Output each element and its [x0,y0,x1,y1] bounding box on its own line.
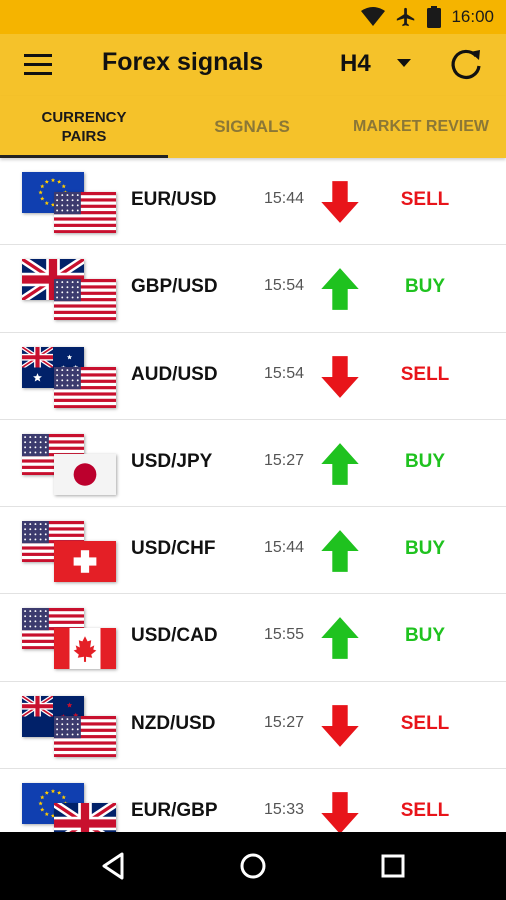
pair-name: USD/CHF [131,538,216,560]
signal-label: BUY [404,538,446,560]
timeframe-dropdown[interactable]: H4 [336,44,412,84]
list-item[interactable]: USD/CAD 15:55 BUY [0,594,506,682]
arrow-icon [321,617,359,660]
flag-icon [54,453,116,495]
status-icons: 16:00 [361,0,494,34]
pair-name: EUR/GBP [131,800,218,822]
flag-pair [22,695,118,758]
hamburger-menu-icon[interactable] [20,47,58,83]
list-item[interactable]: EUR/USD 15:44 SELL [0,158,506,246]
arrow-icon [321,442,359,485]
back-icon[interactable] [94,848,134,884]
signal-time: 15:54 [264,277,305,295]
currency-pair-list[interactable]: EUR/USD 15:44 SELL GBP/USD 15:54 BUY AUD… [0,158,506,832]
signal-time: 15:54 [264,364,305,382]
pair-name: USD/JPY [131,450,213,472]
timeframe-value: H4 [340,50,371,77]
pair-name: EUR/USD [131,189,217,210]
signal-label: BUY [404,276,446,298]
list-item[interactable]: NZD/USD 15:27 SELL [0,682,506,770]
tab-market-review[interactable]: MARKET REVIEW [336,96,506,158]
pair-name: AUD/USD [131,363,218,385]
arrow-icon [321,181,359,223]
recents-icon[interactable] [373,848,413,884]
flag-pair [22,346,118,409]
flag-pair [22,259,118,321]
arrow-icon [321,530,359,573]
signal-label: SELL [400,363,450,385]
signal-time: 15:27 [264,713,305,731]
status-time: 16:00 [451,7,494,26]
list-item[interactable]: USD/JPY 15:27 BUY [0,420,506,508]
wifi-icon [361,7,386,27]
arrow-icon [321,355,359,398]
signal-label: SELL [400,800,450,822]
arrow-icon [321,704,359,747]
signal-label: SELL [400,712,450,734]
tab-signals[interactable]: SIGNALS [168,96,336,158]
tab-signals-label: SIGNALS [214,117,290,136]
flag-icon [54,192,116,233]
pair-name: NZD/USD [131,712,216,734]
signal-time: 15:33 [264,801,305,819]
arrow-icon [321,268,359,311]
dropdown-arrow-icon [396,55,412,73]
tab-currency-pairs[interactable]: CURRENCY PAIRS [0,96,168,158]
flag-icon [54,366,116,408]
signal-time: 15:44 [264,539,305,557]
arrow-icon [321,792,359,832]
flag-pair [22,783,118,832]
signal-time: 15:55 [264,626,305,644]
app-bar: Forex signals H4 [0,34,506,96]
airplane-icon [395,6,417,28]
flag-icon [54,279,116,321]
refresh-icon[interactable] [446,44,486,84]
home-icon[interactable] [233,848,273,884]
navigation-bar [0,832,506,900]
flag-pair [22,433,118,496]
flag-icon [54,803,116,832]
status-bar: 16:00 [0,0,506,34]
signal-label: BUY [404,450,446,472]
list-item[interactable]: GBP/USD 15:54 BUY [0,245,506,333]
flag-icon [54,628,116,670]
tab-bar: CURRENCY PAIRS SIGNALS MARKET REVIEW [0,96,506,158]
list-item[interactable]: AUD/USD 15:54 SELL [0,333,506,420]
pair-name: USD/CAD [131,625,218,647]
flag-icon [54,541,116,583]
flag-icon [54,715,116,757]
list-item[interactable]: EUR/GBP 15:33 SELL [0,769,506,832]
tab-currency-pairs-label: CURRENCY PAIRS [41,109,127,145]
signal-time: 15:27 [264,451,305,469]
signal-label: BUY [404,625,446,647]
signal-label: SELL [400,189,450,210]
flag-pair [22,608,118,670]
signal-time: 15:44 [264,190,305,207]
battery-icon [427,6,442,28]
list-item[interactable]: USD/CHF 15:44 BUY [0,507,506,595]
pair-name: GBP/USD [131,276,218,298]
tab-market-review-label: MARKET REVIEW [353,118,489,135]
app-title: Forex signals [102,48,264,76]
flag-pair [22,521,118,583]
flag-pair [22,172,118,234]
